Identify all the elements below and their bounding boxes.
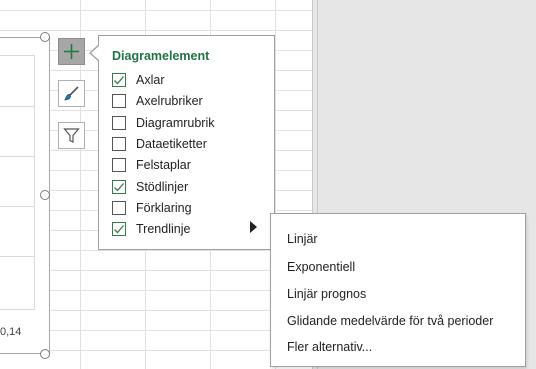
submenu-item-linear-forecast[interactable]: Linjär prognos (287, 287, 366, 301)
option-data-labels[interactable]: Dataetiketter (112, 135, 207, 153)
submenu-item-linear[interactable]: Linjär (287, 232, 318, 246)
grid-line (0, 10, 312, 11)
option-axes[interactable]: Axlar (112, 71, 164, 89)
gridline (0, 206, 34, 207)
flyout-title: Diagramelement (112, 49, 210, 63)
legend-checkbox[interactable] (112, 201, 126, 215)
resize-handle-right[interactable] (40, 190, 50, 200)
axes-checkbox[interactable] (112, 73, 126, 87)
submenu-arrow-icon[interactable] (250, 221, 257, 233)
option-label: Stödlinjer (136, 180, 189, 194)
option-label: Felstaplar (136, 158, 191, 172)
trendline-checkbox[interactable] (112, 222, 126, 236)
submenu-item-moving-average[interactable]: Glidande medelvärde för två perioder (287, 314, 493, 328)
option-label: Diagramrubrik (136, 116, 215, 130)
data-labels-checkbox[interactable] (112, 137, 126, 151)
plus-icon (64, 44, 79, 59)
checkmark-icon (114, 225, 124, 234)
chart-filters-button[interactable] (58, 122, 85, 149)
option-label: Trendlinje (136, 222, 191, 236)
gridline (0, 156, 34, 157)
resize-handle-top-right[interactable] (40, 32, 50, 42)
option-error-bars[interactable]: Felstaplar (112, 156, 191, 174)
option-chart-title[interactable]: Diagramrubrik (112, 114, 215, 132)
trendline-submenu: Linjär Exponentiell Linjär prognos Glida… (270, 213, 526, 367)
option-label: Förklaring (136, 201, 192, 215)
checkmark-icon (114, 76, 124, 85)
gridline (0, 256, 34, 257)
axis-titles-checkbox[interactable] (112, 94, 126, 108)
submenu-item-more-options[interactable]: Fler alternativ... (287, 340, 372, 354)
plot-area[interactable] (0, 55, 35, 310)
gridline (0, 106, 34, 107)
option-trendline[interactable]: Trendlinje (112, 220, 190, 238)
flyout-pointer-fill (91, 45, 100, 61)
chart-title-checkbox[interactable] (112, 116, 126, 130)
option-label: Dataetiketter (136, 137, 207, 151)
option-gridlines[interactable]: Stödlinjer (112, 178, 188, 196)
error-bars-checkbox[interactable] (112, 158, 126, 172)
option-label: Axelrubriker (136, 94, 203, 108)
option-label: Axlar (136, 73, 165, 87)
grid-line (0, 30, 312, 31)
funnel-icon (63, 128, 80, 143)
axis-tick-label: 0,14 (0, 326, 22, 338)
chart-styles-button[interactable] (58, 80, 85, 107)
paintbrush-icon (64, 86, 79, 101)
gridlines-checkbox[interactable] (112, 180, 126, 194)
resize-handle-bottom-right[interactable] (40, 349, 50, 359)
checkmark-icon (114, 183, 124, 192)
submenu-item-exponential[interactable]: Exponentiell (287, 260, 355, 274)
option-legend[interactable]: Förklaring (112, 199, 192, 217)
option-axis-titles[interactable]: Axelrubriker (112, 92, 203, 110)
chart-elements-button[interactable] (58, 38, 85, 65)
